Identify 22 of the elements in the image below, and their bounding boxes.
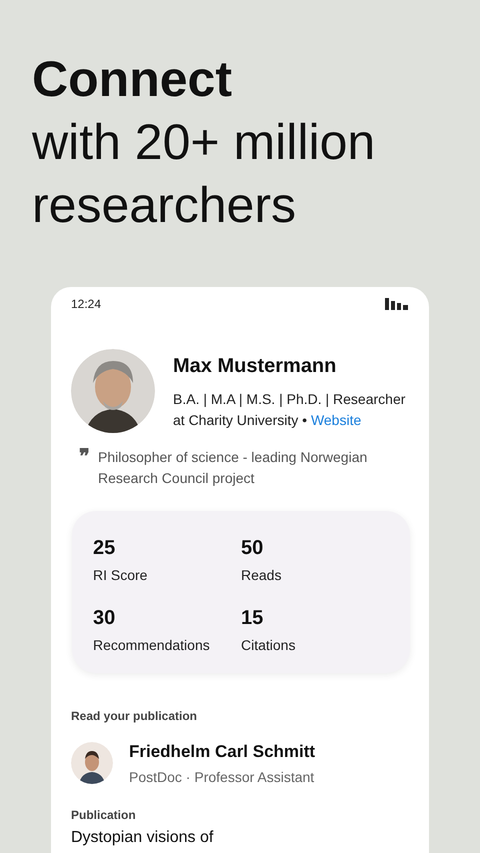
author-name: Friedhelm Carl Schmitt: [129, 741, 316, 763]
status-time: 12:24: [71, 296, 102, 313]
profile-quote: Philosopher of science - leading Norwegian Research Council project: [98, 448, 368, 488]
headline-subtitle: with 20+ million researchers: [32, 113, 376, 235]
stat-value: 30: [93, 606, 116, 631]
publication-title: Dystopian visions of: [71, 828, 214, 848]
website-link[interactable]: Website: [310, 412, 362, 428]
headline: Connect: [32, 50, 233, 109]
author-role: PostDoc · Professor Assistant: [129, 768, 316, 786]
stat-value: 15: [241, 606, 264, 631]
stat-value: 50: [241, 536, 264, 561]
section-heading: Read your publication: [71, 708, 198, 725]
stat-value: 25: [93, 536, 116, 561]
profile-name: Max Mustermann: [173, 354, 338, 379]
signal-icon: [385, 298, 409, 310]
stat-label: Reads: [241, 566, 282, 585]
stat-label: Citations: [241, 636, 296, 655]
section-heading: Publication: [71, 806, 137, 824]
stat-label: Recommendations: [93, 636, 211, 655]
profile-details: B.A. | M.A | M.S. | Ph.D. | Researcher at Charity University • Website: [173, 390, 406, 430]
stat-label: RI Score: [93, 566, 148, 585]
quote-icon: ❞: [79, 447, 90, 489]
